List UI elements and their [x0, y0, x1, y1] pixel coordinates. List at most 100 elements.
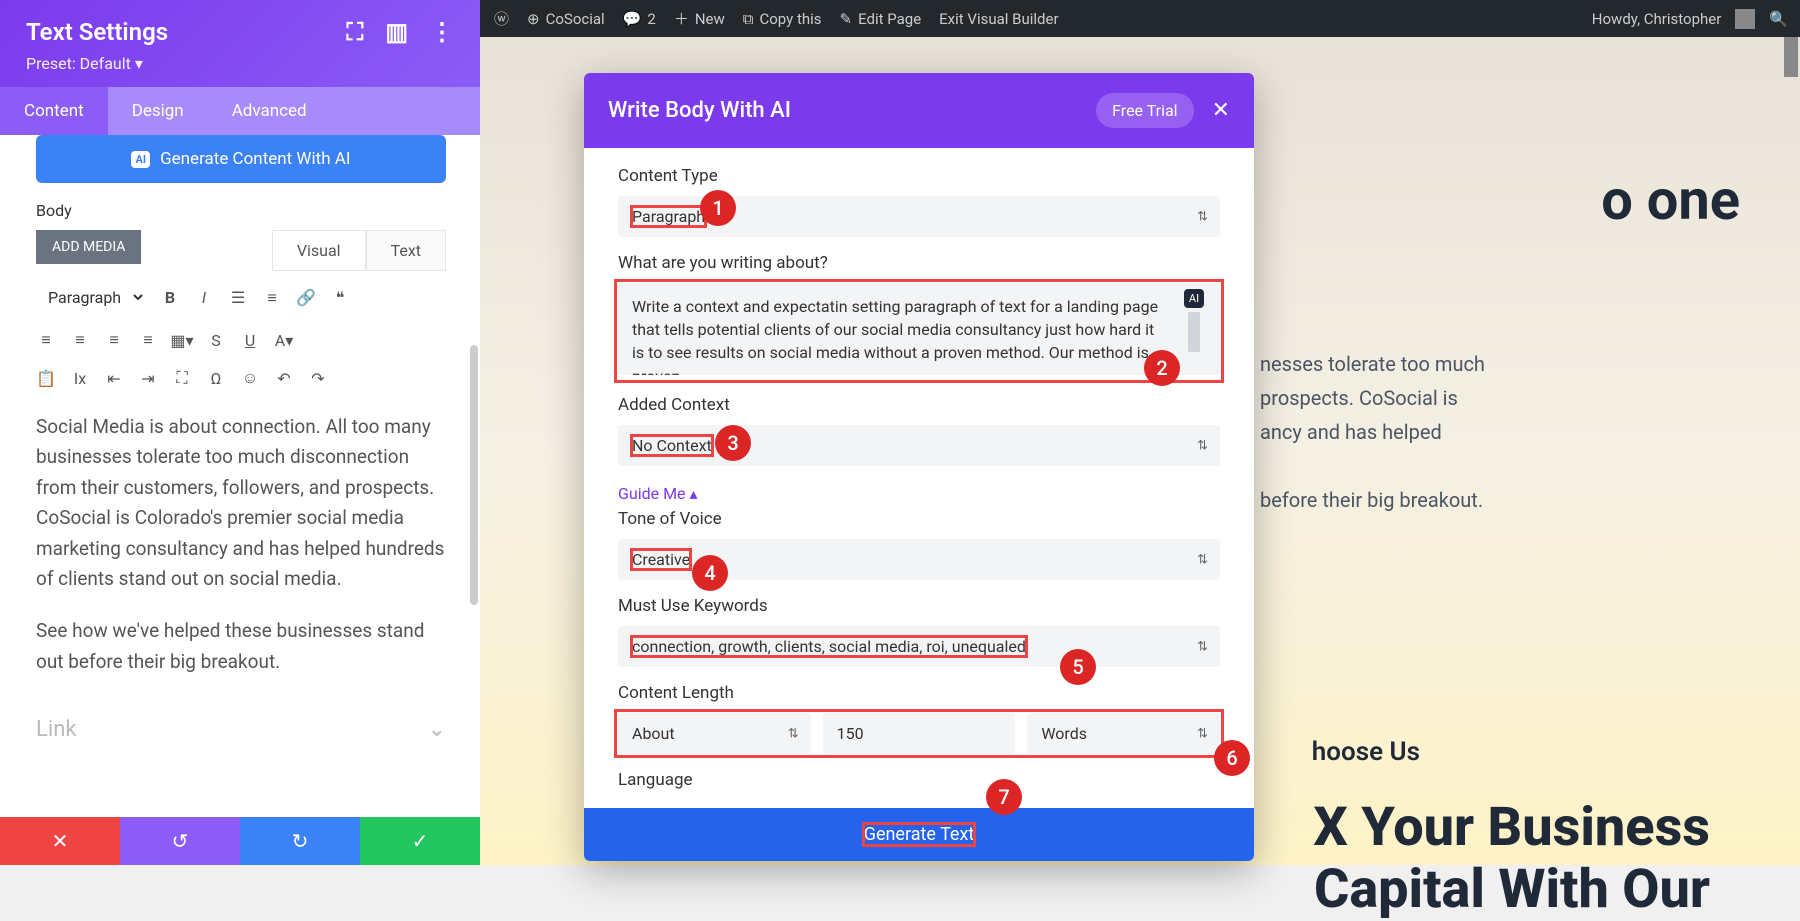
body-editor[interactable]: Social Media is about connection. All to… [36, 412, 446, 677]
sidebar-header: Text Settings ⛶ ▥ ⋮ Preset: Default ▾ [0, 0, 480, 87]
about-textarea-wrap: Write a context and expectatin setting p… [618, 283, 1220, 379]
annotation-6: 6 [1214, 740, 1250, 776]
keywords-label: Must Use Keywords [618, 596, 1220, 616]
length-unit-select[interactable]: Words [1027, 713, 1220, 754]
context-select[interactable]: No Context [618, 425, 1220, 466]
preset-dropdown[interactable]: Preset: Default ▾ [26, 54, 454, 73]
link-icon[interactable]: 🔗 [296, 288, 316, 308]
length-label: Content Length [618, 683, 1220, 703]
align-justify-icon[interactable]: ≡ [138, 330, 158, 350]
ol-icon[interactable]: ≡ [262, 288, 282, 308]
guide-me-toggle[interactable]: Guide Me ▴ [618, 484, 1220, 503]
length-number-input[interactable] [823, 713, 1016, 754]
canvas-choose-us: hoose Us [1312, 737, 1420, 767]
annotation-7: 7 [986, 779, 1022, 815]
close-icon[interactable]: ✕ [1212, 98, 1230, 123]
tab-content[interactable]: Content [0, 87, 108, 135]
wp-logo-icon[interactable]: ⓦ [494, 8, 509, 29]
generate-content-ai-button[interactable]: AI Generate Content With AI [36, 135, 446, 183]
add-media-button[interactable]: ADD MEDIA [36, 230, 141, 264]
paste-icon[interactable]: 📋 [36, 368, 56, 388]
tab-advanced[interactable]: Advanced [208, 87, 331, 135]
canvas-headline: o one [1601, 167, 1740, 233]
annotation-3: 3 [715, 425, 751, 461]
outdent-icon[interactable]: ⇤ [104, 368, 124, 388]
undo-icon[interactable]: ↶ [274, 368, 294, 388]
undo-button[interactable]: ↺ [120, 817, 240, 865]
context-value: No Context [632, 436, 712, 455]
align-center-icon[interactable]: ≡ [70, 330, 90, 350]
link-label: Link [36, 717, 77, 742]
editor-tab-text[interactable]: Text [366, 230, 446, 271]
canvas-body-line: before their big breakout. [1260, 483, 1740, 517]
modal-header: Write Body With AI Free Trial ✕ [584, 73, 1254, 148]
text-settings-sidebar: Text Settings ⛶ ▥ ⋮ Preset: Default ▾ Co… [0, 0, 480, 865]
tab-design[interactable]: Design [108, 87, 208, 135]
ai-badge-icon: AI [131, 151, 150, 168]
canvas-big-line: Capital With Our [1313, 859, 1710, 921]
emoji-icon[interactable]: ☺ [240, 368, 260, 388]
textarea-scrollbar[interactable] [1188, 312, 1200, 352]
cancel-button[interactable]: ✕ [0, 817, 120, 865]
clear-icon[interactable]: Ix [70, 368, 90, 388]
language-label: Language [618, 770, 1220, 790]
link-section[interactable]: Link ⌄ [36, 717, 446, 742]
redo-icon[interactable]: ↷ [308, 368, 328, 388]
search-icon[interactable]: 🔍 [1769, 10, 1788, 28]
ul-icon[interactable]: ☰ [228, 288, 248, 308]
generate-text-button[interactable]: Generate Text [584, 808, 1254, 861]
sidebar-scrollbar[interactable] [470, 345, 478, 605]
omega-icon[interactable]: Ω [206, 368, 226, 388]
content-type-value: Paragraph [632, 207, 705, 226]
editor-tab-visual[interactable]: Visual [272, 230, 366, 271]
keywords-input[interactable]: connection, growth, clients, social medi… [632, 637, 1026, 656]
modal-title: Write Body With AI [608, 98, 791, 123]
format-select[interactable]: Paragraph [36, 283, 146, 312]
site-link[interactable]: ⊕ CoSocial [527, 10, 605, 28]
italic-icon[interactable]: I [194, 288, 214, 308]
redo-button[interactable]: ↻ [240, 817, 360, 865]
context-label: Added Context [618, 395, 1220, 415]
sidebar-title: Text Settings [26, 18, 168, 46]
textcolor-icon[interactable]: A▾ [274, 330, 294, 350]
indent-icon[interactable]: ⇥ [138, 368, 158, 388]
strike-icon[interactable]: S [206, 330, 226, 350]
tone-value: Creative [632, 550, 690, 569]
content-type-label: Content Type [618, 166, 1220, 186]
exit-label: Exit Visual Builder [939, 10, 1058, 28]
site-name: CoSocial [546, 10, 605, 28]
table-icon[interactable]: ▦▾ [172, 330, 192, 350]
fullscreen-icon[interactable]: ⛶ [172, 368, 192, 388]
exit-builder-link[interactable]: Exit Visual Builder [939, 10, 1058, 28]
avatar[interactable] [1735, 9, 1755, 29]
edit-label: Edit Page [858, 10, 921, 28]
copy-link[interactable]: ⧉ Copy this [743, 10, 822, 28]
free-trial-button[interactable]: Free Trial [1096, 93, 1193, 128]
more-icon[interactable]: ⋮ [430, 18, 454, 46]
editor-toolbar: Paragraph B I ☰ ≡ 🔗 ❝ [36, 271, 446, 318]
keywords-input-wrap: connection, growth, clients, social medi… [618, 626, 1220, 667]
howdy-text[interactable]: Howdy, Christopher [1592, 10, 1722, 28]
ai-assist-icon[interactable]: AI [1184, 289, 1204, 308]
generate-text-label: Generate Text [864, 824, 975, 845]
quote-icon[interactable]: ❝ [330, 288, 350, 308]
canvas-body-line: nesses tolerate too much [1260, 347, 1740, 381]
edit-page-link[interactable]: ✎ Edit Page [840, 10, 922, 28]
copy-label: Copy this [759, 10, 821, 28]
align-left-icon[interactable]: ≡ [36, 330, 56, 350]
new-link[interactable]: ＋ New [674, 8, 725, 29]
about-label: What are you writing about? [618, 253, 1220, 273]
generate-content-label: Generate Content With AI [160, 149, 350, 169]
focus-icon[interactable]: ⛶ [347, 18, 364, 46]
sidebar-footer: ✕ ↺ ↻ ✓ [0, 817, 480, 865]
columns-icon[interactable]: ▥ [385, 18, 408, 46]
underline-icon[interactable]: U [240, 330, 260, 350]
length-mode-select[interactable]: About [618, 713, 811, 754]
align-right-icon[interactable]: ≡ [104, 330, 124, 350]
bold-icon[interactable]: B [160, 288, 180, 308]
page-scrollbar[interactable] [1784, 37, 1798, 77]
about-textarea[interactable]: Write a context and expectatin setting p… [618, 283, 1220, 375]
save-button[interactable]: ✓ [360, 817, 480, 865]
chevron-down-icon: ⌄ [428, 717, 446, 742]
comments-link[interactable]: 💬 2 [623, 10, 656, 28]
